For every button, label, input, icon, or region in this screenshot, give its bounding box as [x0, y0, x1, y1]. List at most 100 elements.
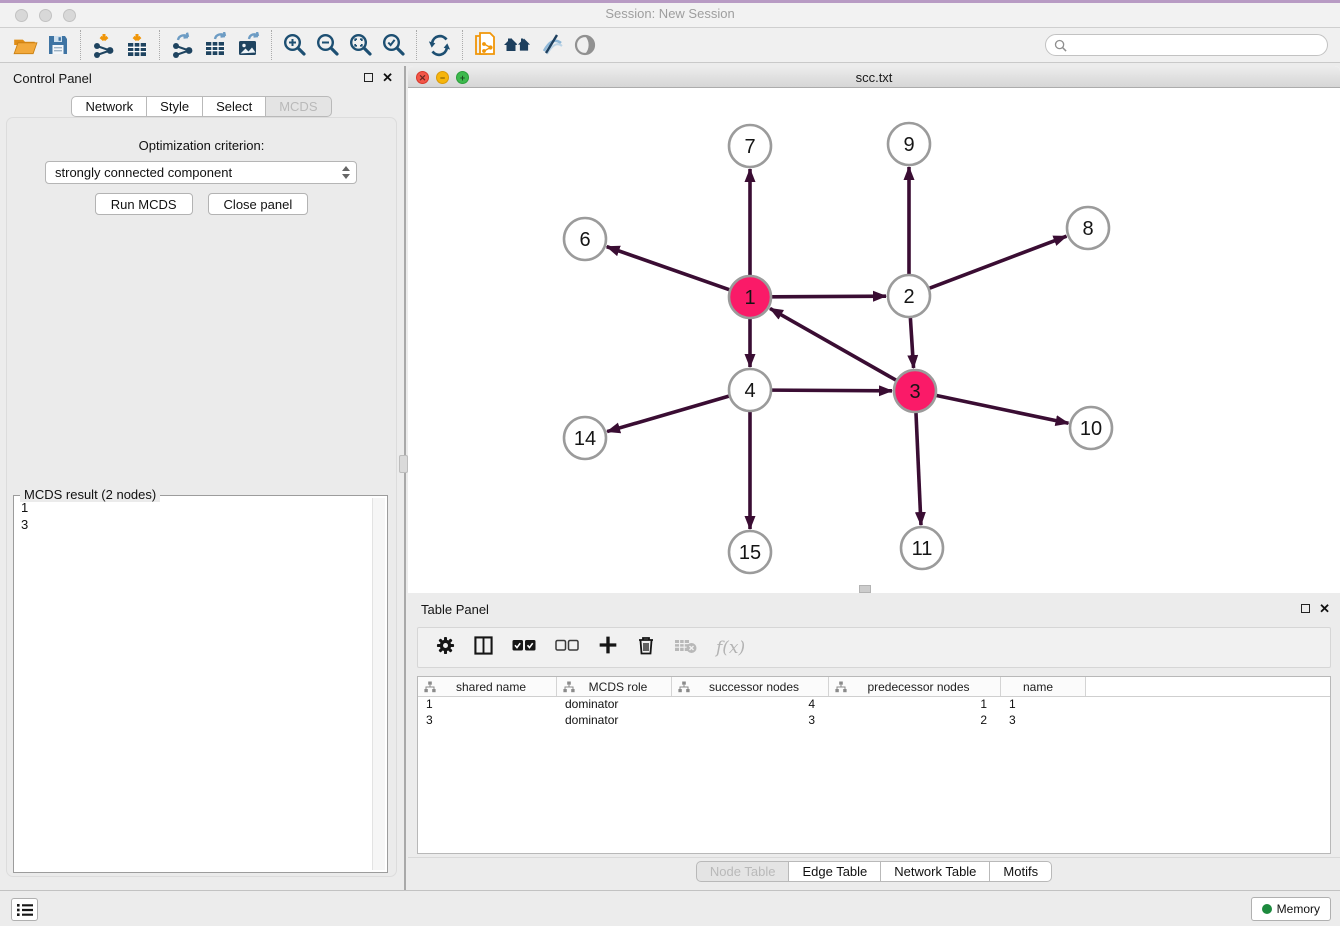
graph-node-7[interactable]: 7: [729, 125, 771, 167]
graph-edge-2-8[interactable]: [930, 236, 1067, 288]
import-network-button[interactable]: [87, 30, 120, 61]
table-cell[interactable]: 1: [1001, 697, 1086, 713]
run-mcds-button[interactable]: Run MCDS: [95, 193, 193, 215]
graph-node-8[interactable]: 8: [1067, 207, 1109, 249]
export-network-button[interactable]: [166, 30, 199, 61]
network-canvas[interactable]: 1 2 3 4 6 7 8 9 10 11 14 15: [408, 88, 1340, 593]
zoom-fit-button[interactable]: [344, 30, 377, 61]
table-row[interactable]: 1dominator411: [418, 697, 1330, 713]
table-cell[interactable]: 3: [1001, 713, 1086, 729]
graph-node-4[interactable]: 4: [729, 369, 771, 411]
criterion-dropdown[interactable]: strongly connected component: [45, 161, 357, 184]
clone-network-button[interactable]: [469, 30, 502, 61]
memory-button[interactable]: Memory: [1251, 897, 1331, 921]
network-graph[interactable]: 1 2 3 4 6 7 8 9 10 11 14 15: [408, 88, 1340, 593]
export-table-button[interactable]: [199, 30, 232, 61]
graph-node-11[interactable]: 11: [901, 527, 943, 569]
export-image-button[interactable]: [232, 30, 265, 61]
table-cell[interactable]: 1: [418, 697, 557, 713]
criterion-value: strongly connected component: [55, 165, 232, 180]
zoom-selected-button[interactable]: [377, 30, 410, 61]
search-box[interactable]: [1045, 34, 1328, 56]
function-builder-button[interactable]: f(x): [716, 638, 745, 658]
column-header-name[interactable]: name: [1001, 677, 1086, 696]
float-panel-icon[interactable]: [364, 73, 373, 82]
result-scrollbar[interactable]: [372, 498, 385, 870]
table-cell[interactable]: 2: [829, 713, 1001, 729]
graph-edge-1-6[interactable]: [607, 247, 730, 290]
tab-mcds[interactable]: MCDS: [266, 96, 331, 117]
graph-edge-4-3[interactable]: [772, 390, 892, 391]
table-cell[interactable]: dominator: [557, 713, 672, 729]
tab-network[interactable]: Network: [71, 96, 147, 117]
first-neighbors-button[interactable]: [502, 30, 535, 61]
table-cell[interactable]: dominator: [557, 697, 672, 713]
svg-text:11: 11: [912, 538, 933, 560]
column-header-shared-name[interactable]: shared name: [418, 677, 557, 696]
graph-node-6[interactable]: 6: [564, 218, 606, 260]
float-table-panel-icon[interactable]: [1301, 604, 1310, 613]
table-toolbar: f(x): [417, 627, 1331, 668]
vertical-splitter-handle[interactable]: [399, 455, 408, 473]
tab-select[interactable]: Select: [203, 96, 266, 117]
graph-node-14[interactable]: 14: [564, 417, 606, 459]
table-cell[interactable]: 1: [829, 697, 1001, 713]
zoom-out-button[interactable]: [311, 30, 344, 61]
graph-edge-3-10[interactable]: [937, 396, 1069, 424]
select-all-button[interactable]: [512, 639, 536, 657]
graph-node-9[interactable]: 9: [888, 123, 930, 165]
column-header-predecessor-nodes[interactable]: predecessor nodes: [829, 677, 1001, 696]
column-header-successor-nodes[interactable]: successor nodes: [672, 677, 829, 696]
network-window-title: scc.txt: [408, 70, 1340, 85]
graph-edge-3-11[interactable]: [916, 413, 921, 525]
add-column-button[interactable]: [598, 635, 618, 660]
task-history-button[interactable]: [11, 898, 38, 921]
graph-node-2[interactable]: 2: [888, 275, 930, 317]
control-panel-tabs: Network Style Select MCDS: [0, 96, 403, 117]
import-network-icon: [91, 32, 117, 58]
zoom-out-icon: [315, 32, 341, 58]
tab-style[interactable]: Style: [147, 96, 203, 117]
gear-button[interactable]: [436, 636, 455, 660]
tab-motifs[interactable]: Motifs: [990, 861, 1052, 882]
canvas-resize-handle[interactable]: [859, 585, 871, 593]
graph-node-15[interactable]: 15: [729, 531, 771, 573]
tab-node-table[interactable]: Node Table: [696, 861, 790, 882]
refresh-icon: [427, 33, 452, 58]
deselect-all-button[interactable]: [555, 639, 579, 657]
graph-node-10[interactable]: 10: [1070, 407, 1112, 449]
memory-label: Memory: [1277, 902, 1320, 916]
search-input[interactable]: [1072, 38, 1319, 52]
show-columns-button[interactable]: [474, 636, 493, 660]
close-panel-icon[interactable]: ✕: [382, 71, 393, 84]
hide-selected-button[interactable]: [535, 30, 568, 61]
column-header-MCDS-role[interactable]: MCDS role: [557, 677, 672, 696]
table-cell[interactable]: 3: [672, 713, 829, 729]
table-body: 1dominator4113dominator323: [418, 697, 1330, 729]
delete-column-button[interactable]: [637, 635, 655, 660]
save-session-button[interactable]: [41, 30, 74, 61]
delete-table-button[interactable]: [674, 637, 697, 659]
import-table-button[interactable]: [120, 30, 153, 61]
close-table-panel-icon[interactable]: ✕: [1319, 602, 1330, 615]
select-all-icon: [512, 639, 536, 652]
table-row[interactable]: 3dominator323: [418, 713, 1330, 729]
show-all-button[interactable]: [568, 30, 601, 61]
svg-text:4: 4: [744, 380, 755, 402]
tab-network-table[interactable]: Network Table: [881, 861, 990, 882]
graph-edge-1-2[interactable]: [772, 296, 886, 297]
graph-node-1[interactable]: 1: [729, 276, 771, 318]
close-panel-button[interactable]: Close panel: [208, 193, 309, 215]
zoom-in-button[interactable]: [278, 30, 311, 61]
graph-edge-2-3[interactable]: [910, 318, 913, 368]
node-table[interactable]: shared nameMCDS rolesuccessor nodesprede…: [417, 676, 1331, 854]
graph-edge-3-1[interactable]: [770, 308, 896, 380]
tab-edge-table[interactable]: Edge Table: [789, 861, 881, 882]
graph-node-3[interactable]: 3: [894, 370, 936, 412]
graph-edge-4-14[interactable]: [607, 396, 729, 431]
table-cell[interactable]: 4: [672, 697, 829, 713]
vertical-splitter[interactable]: [404, 66, 406, 890]
table-cell[interactable]: 3: [418, 713, 557, 729]
open-session-button[interactable]: [8, 30, 41, 61]
refresh-button[interactable]: [423, 30, 456, 61]
